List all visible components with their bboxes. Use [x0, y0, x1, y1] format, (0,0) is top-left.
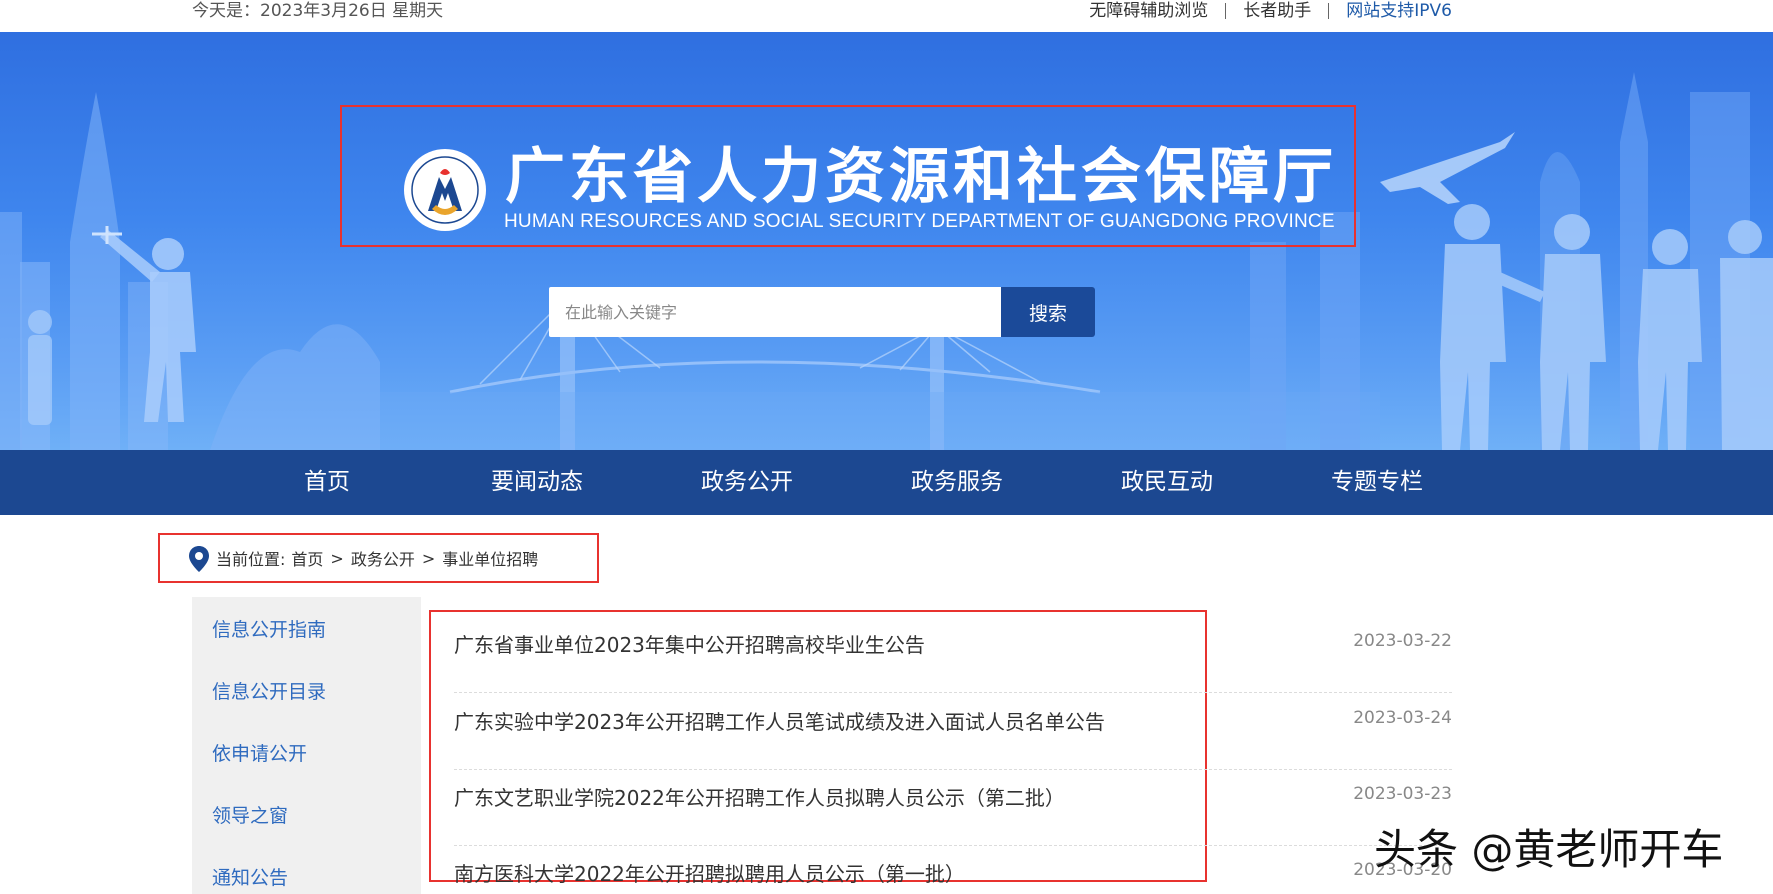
list-item: 广东实验中学2023年公开招聘工作人员笔试成绩及进入面试人员名单公告 2023-…	[454, 694, 1452, 770]
article-date: 2023-03-23	[1353, 784, 1452, 804]
sidebar-item-leadership[interactable]: 领导之窗	[212, 801, 288, 828]
breadcrumb-separator: >	[421, 548, 436, 568]
breadcrumb-current[interactable]: 事业单位招聘	[442, 546, 538, 570]
nav-item-home[interactable]: 首页	[222, 450, 432, 515]
sidebar-item-disclosure-guide[interactable]: 信息公开指南	[212, 615, 326, 642]
sidebar: 信息公开指南 信息公开目录 依申请公开 领导之窗 通知公告	[192, 597, 421, 894]
elderly-helper-link[interactable]: 长者助手	[1243, 0, 1311, 22]
site-logo-block[interactable]: 广东省人力资源和社会保障厅 HUMAN RESOURCES AND SOCIAL…	[340, 105, 1356, 247]
main-nav: 首页 要闻动态 政务公开 政务服务 政民互动 专题专栏	[0, 450, 1773, 515]
nav-item-gov-affairs[interactable]: 政务公开	[642, 450, 852, 515]
breadcrumb-home[interactable]: 首页	[291, 546, 323, 570]
search-bar: 搜索	[549, 287, 1095, 337]
breadcrumb-box: 当前位置: 首页 > 政务公开 > 事业单位招聘	[158, 533, 599, 583]
search-button[interactable]: 搜索	[1001, 287, 1095, 337]
sidebar-item-apply-disclosure[interactable]: 依申请公开	[212, 739, 307, 766]
breadcrumb-prefix: 当前位置:	[216, 550, 286, 569]
top-links: 无障碍辅助浏览 长者助手 网站支持IPV6	[1089, 0, 1452, 22]
article-title[interactable]: 南方医科大学2022年公开招聘拟聘用人员公示（第一批）	[454, 858, 965, 887]
search-input[interactable]	[549, 287, 1001, 337]
site-title-en: HUMAN RESOURCES AND SOCIAL SECURITY DEPA…	[504, 211, 1335, 232]
article-title[interactable]: 广东实验中学2023年公开招聘工作人员笔试成绩及进入面试人员名单公告	[454, 706, 1105, 735]
department-emblem-icon	[404, 149, 486, 231]
list-item: 广东省事业单位2023年集中公开招聘高校毕业生公告 2023-03-22	[454, 617, 1452, 693]
sidebar-item-disclosure-catalog[interactable]: 信息公开目录	[212, 677, 326, 704]
ipv6-link[interactable]: 网站支持IPV6	[1346, 0, 1452, 22]
breadcrumb-gov-affairs[interactable]: 政务公开	[351, 546, 415, 570]
article-date: 2023-03-24	[1353, 708, 1452, 728]
accessibility-link[interactable]: 无障碍辅助浏览	[1089, 0, 1208, 22]
nav-item-topics[interactable]: 专题专栏	[1272, 450, 1482, 515]
list-item: 广东文艺职业学院2022年公开招聘工作人员拟聘人员公示（第二批） 2023-03…	[454, 770, 1452, 846]
article-date: 2023-03-22	[1353, 631, 1452, 651]
divider	[1328, 3, 1330, 19]
sidebar-item-notices[interactable]: 通知公告	[212, 863, 288, 890]
watermark-text: 头条 @黄老师开车	[1374, 825, 1724, 874]
breadcrumb-separator: >	[330, 548, 344, 568]
current-date: 今天是：2023年3月26日 星期天	[192, 1, 444, 21]
nav-item-interaction[interactable]: 政民互动	[1062, 450, 1272, 515]
article-title[interactable]: 广东省事业单位2023年集中公开招聘高校毕业生公告	[454, 629, 925, 658]
article-title[interactable]: 广东文艺职业学院2022年公开招聘工作人员拟聘人员公示（第二批）	[454, 782, 1065, 811]
header-banner: 广东省人力资源和社会保障厅 HUMAN RESOURCES AND SOCIAL…	[0, 32, 1773, 450]
location-pin-icon	[189, 546, 209, 572]
divider	[1225, 3, 1227, 19]
breadcrumb: 当前位置: 首页 > 政务公开 > 事业单位招聘	[189, 535, 538, 581]
nav-item-gov-services[interactable]: 政务服务	[852, 450, 1062, 515]
site-title-cn: 广东省人力资源和社会保障厅	[505, 142, 1337, 212]
top-bar: 今天是：2023年3月26日 星期天 无障碍辅助浏览 长者助手 网站支持IPV6	[0, 0, 1773, 32]
list-item: 南方医科大学2022年公开招聘拟聘用人员公示（第一批） 2023-03-20	[454, 846, 1452, 894]
nav-item-news[interactable]: 要闻动态	[432, 450, 642, 515]
